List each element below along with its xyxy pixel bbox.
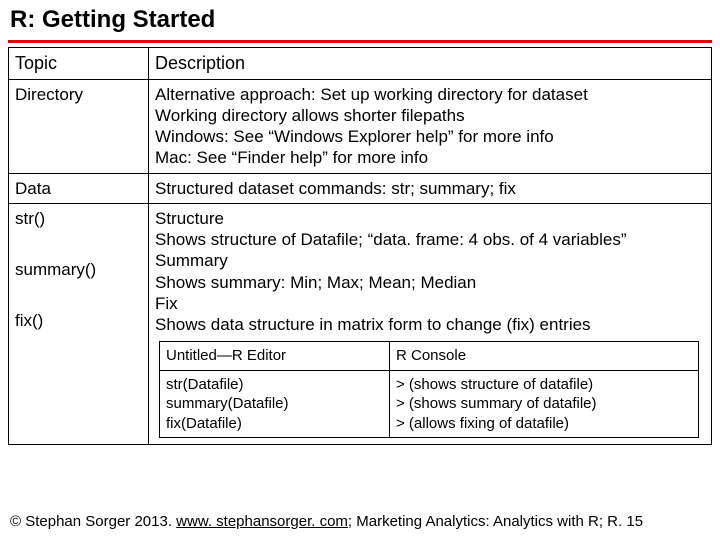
inner-body-row: str(Datafile) summary(Datafile) fix(Data… xyxy=(160,370,699,438)
desc-line: Mac: See “Finder help” for more info xyxy=(155,147,705,168)
page-title: R: Getting Started xyxy=(10,6,712,34)
footer-link[interactable]: www. stephansorger. com xyxy=(176,513,348,530)
topic-str: str() xyxy=(15,208,142,229)
topic-summary: summary() xyxy=(15,259,142,280)
header-topic: Topic xyxy=(9,48,149,80)
desc-line: Shows summary: Min; Max; Mean; Median xyxy=(155,272,705,293)
desc-functions: Structure Shows structure of Datafile; “… xyxy=(149,203,712,445)
footer-suffix: ; Marketing Analytics: Analytics with R;… xyxy=(348,513,643,530)
desc-line: Fix xyxy=(155,293,705,314)
desc-line: Summary xyxy=(155,250,705,271)
slide: R: Getting Started Topic Description Dir… xyxy=(0,0,720,540)
header-description: Description xyxy=(149,48,712,80)
desc-line: Structure xyxy=(155,208,705,229)
out-line: > (allows fixing of datafile) xyxy=(396,414,692,434)
table-row-directory: Directory Alternative approach: Set up w… xyxy=(9,79,712,173)
inner-table: Untitled—R Editor R Console str(Datafile… xyxy=(159,341,699,438)
table-header-row: Topic Description xyxy=(9,48,712,80)
desc-line: Shows data structure in matrix form to c… xyxy=(155,314,705,335)
editor-commands: str(Datafile) summary(Datafile) fix(Data… xyxy=(160,370,390,438)
cmd-line: fix(Datafile) xyxy=(166,414,383,434)
cmd-line: summary(Datafile) xyxy=(166,394,383,414)
desc-data: Structured dataset commands: str; summar… xyxy=(149,173,712,203)
desc-line: Windows: See “Windows Explorer help” for… xyxy=(155,126,705,147)
topic-functions: str() summary() fix() xyxy=(9,203,149,445)
desc-line: Alternative approach: Set up working dir… xyxy=(155,84,705,105)
out-line: > (shows structure of datafile) xyxy=(396,375,692,395)
console-output: > (shows structure of datafile) > (shows… xyxy=(390,370,699,438)
table-row-functions: str() summary() fix() Structure Shows st… xyxy=(9,203,712,445)
topic-data: Data xyxy=(9,173,149,203)
out-line: > (shows summary of datafile) xyxy=(396,394,692,414)
topic-directory: Directory xyxy=(9,79,149,173)
footer-prefix: © Stephan Sorger 2013. xyxy=(10,513,176,530)
desc-directory: Alternative approach: Set up working dir… xyxy=(149,79,712,173)
desc-line: Shows structure of Datafile; “data. fram… xyxy=(155,229,705,250)
table-row-data: Data Structured dataset commands: str; s… xyxy=(9,173,712,203)
cmd-line: str(Datafile) xyxy=(166,375,383,395)
footer: © Stephan Sorger 2013. www. stephansorge… xyxy=(10,513,643,530)
main-table: Topic Description Directory Alternative … xyxy=(8,47,712,445)
topic-fix: fix() xyxy=(15,310,142,331)
inner-header-row: Untitled—R Editor R Console xyxy=(160,342,699,371)
desc-line: Working directory allows shorter filepat… xyxy=(155,105,705,126)
inner-header-editor: Untitled—R Editor xyxy=(160,342,390,371)
accent-bar xyxy=(8,40,712,43)
inner-header-console: R Console xyxy=(390,342,699,371)
